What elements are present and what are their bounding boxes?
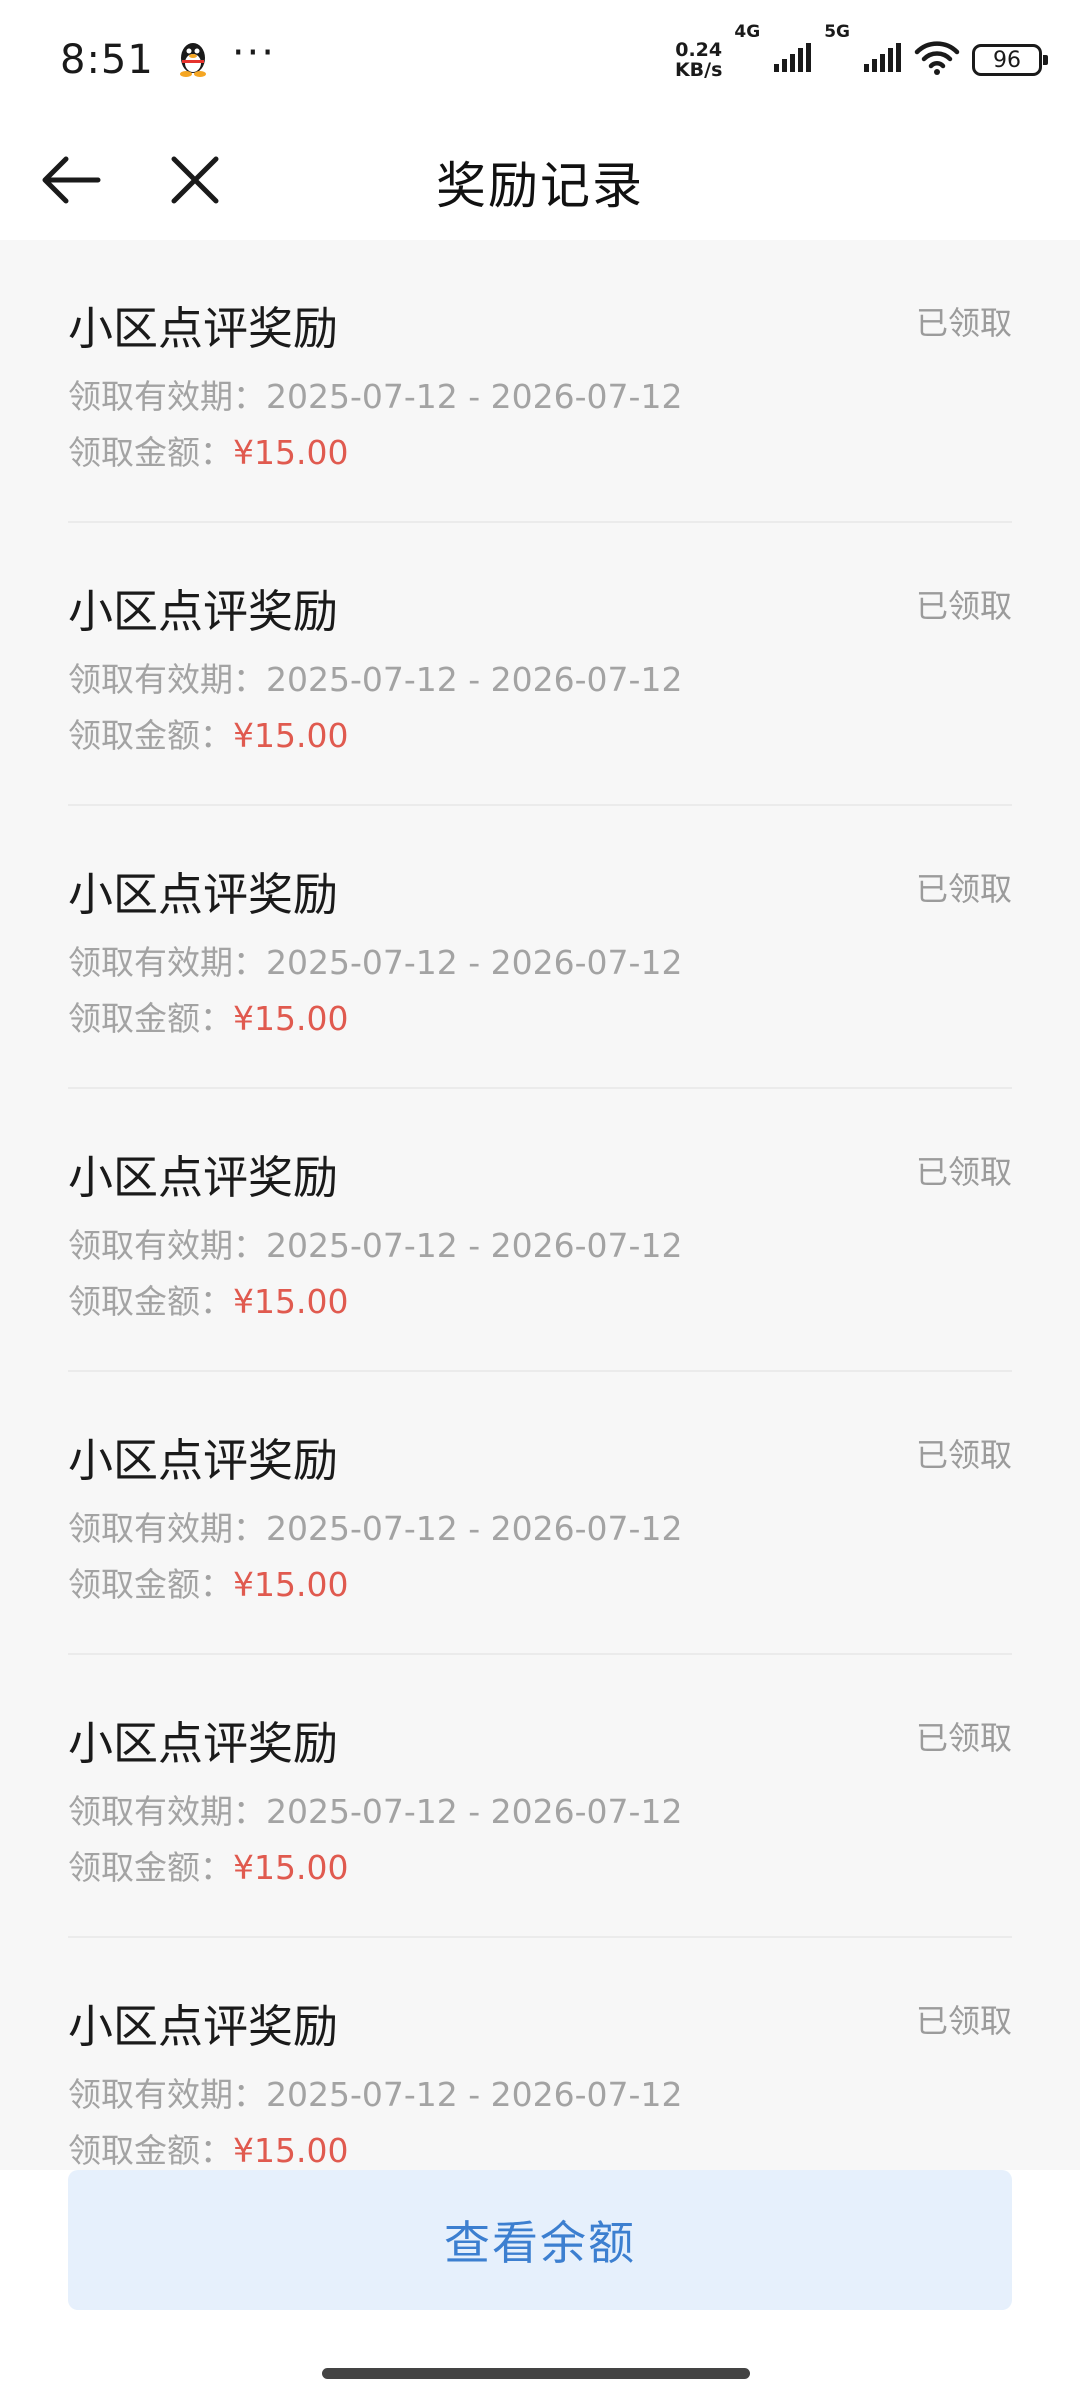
amount-label: 领取金额： xyxy=(68,1565,233,1604)
validity-label: 领取有效期： xyxy=(68,660,266,699)
amount-value: ¥15.00 xyxy=(233,1282,349,1321)
reward-title: 小区点评奖励 xyxy=(68,1151,339,1204)
amount-value: ¥15.00 xyxy=(233,1848,349,1887)
signal-icon xyxy=(862,42,902,78)
reward-title: 小区点评奖励 xyxy=(68,868,339,921)
amount-label: 领取金额： xyxy=(68,1848,233,1887)
reward-title: 小区点评奖励 xyxy=(68,1434,339,1487)
reward-title: 小区点评奖励 xyxy=(68,585,339,638)
status-badge: 已领取 xyxy=(915,2002,1012,2040)
amount-row: 领取金额：¥15.00 xyxy=(68,1275,348,1323)
qq-penguin-icon xyxy=(176,38,210,82)
wifi-icon xyxy=(914,40,960,80)
validity-value: 2025-07-12 - 2026-07-12 xyxy=(266,1792,683,1831)
amount-value: ¥15.00 xyxy=(233,433,349,472)
amount-label: 领取金额： xyxy=(68,1282,233,1321)
validity-value: 2025-07-12 - 2026-07-12 xyxy=(266,2075,683,2114)
validity-label: 领取有效期： xyxy=(68,1509,266,1548)
status-badge: 已领取 xyxy=(915,1153,1012,1191)
amount-row: 领取金额：¥15.00 xyxy=(68,992,348,1040)
validity-label: 领取有效期： xyxy=(68,1226,266,1265)
amount-label: 领取金额： xyxy=(68,999,233,1038)
network-type-4g: 4G xyxy=(734,22,761,42)
validity-label: 领取有效期： xyxy=(68,2075,266,2114)
amount-label: 领取金额： xyxy=(68,2131,233,2170)
validity-value: 2025-07-12 - 2026-07-12 xyxy=(266,660,683,699)
list-item[interactable]: 小区点评奖励 已领取 领取有效期：2025-07-12 - 2026-07-12 领取… xyxy=(68,240,1012,523)
list-item[interactable]: 小区点评奖励 已领取 领取有效期：2025-07-12 - 2026-07-12 领取… xyxy=(68,523,1012,806)
status-badge: 已领取 xyxy=(915,304,1012,342)
list-item[interactable]: 小区点评奖励 已领取 领取有效期：2025-07-12 - 2026-07-12 领取… xyxy=(68,806,1012,1089)
validity-value: 2025-07-12 - 2026-07-12 xyxy=(266,1226,683,1265)
page-title: 奖励记录 xyxy=(436,157,644,215)
status-badge: 已领取 xyxy=(915,1719,1012,1757)
amount-row: 领取金额：¥15.00 xyxy=(68,2124,348,2172)
amount-value: ¥15.00 xyxy=(233,716,349,755)
validity-row: 领取有效期：2025-07-12 - 2026-07-12 xyxy=(68,370,682,418)
amount-value: ¥15.00 xyxy=(233,2131,349,2170)
amount-row: 领取金额：¥15.00 xyxy=(68,426,348,474)
validity-row: 领取有效期：2025-07-12 - 2026-07-12 xyxy=(68,1502,682,1550)
list-item[interactable]: 小区点评奖励 已领取 领取有效期：2025-07-12 - 2026-07-12 领取… xyxy=(68,1655,1012,1938)
amount-value: ¥15.00 xyxy=(233,999,349,1038)
amount-value: ¥15.00 xyxy=(233,1565,349,1604)
reward-title: 小区点评奖励 xyxy=(68,302,339,355)
reward-title: 小区点评奖励 xyxy=(68,2000,339,2053)
validity-row: 领取有效期：2025-07-12 - 2026-07-12 xyxy=(68,2068,682,2116)
reward-title: 小区点评奖励 xyxy=(68,1717,339,1770)
more-notifications-icon: ··· xyxy=(231,30,276,76)
status-time: 8:51 xyxy=(60,37,154,83)
home-indicator[interactable] xyxy=(322,2368,750,2379)
list-item[interactable]: 小区点评奖励 已领取 领取有效期：2025-07-12 - 2026-07-12 领取… xyxy=(68,1089,1012,1372)
validity-label: 领取有效期： xyxy=(68,377,266,416)
validity-row: 领取有效期：2025-07-12 - 2026-07-12 xyxy=(68,1785,682,1833)
signal-icon xyxy=(772,42,812,78)
amount-label: 领取金额： xyxy=(68,716,233,755)
battery-icon: 96 xyxy=(972,44,1048,76)
nav-bar: 奖励记录 xyxy=(0,120,1080,240)
validity-row: 领取有效期：2025-07-12 - 2026-07-12 xyxy=(68,1219,682,1267)
status-bar: 8:51 ··· 0.24 KB/s 4G 5G 96 xyxy=(0,0,1080,120)
view-balance-button[interactable]: 查看余额 xyxy=(68,2170,1012,2310)
list-item[interactable]: 小区点评奖励 已领取 领取有效期：2025-07-12 - 2026-07-12 领取… xyxy=(68,1372,1012,1655)
network-type-5g: 5G xyxy=(824,22,850,42)
amount-label: 领取金额： xyxy=(68,433,233,472)
reward-record-list: 小区点评奖励 已领取 领取有效期：2025-07-12 - 2026-07-12 领取… xyxy=(68,240,1012,2221)
battery-level: 96 xyxy=(993,47,1021,73)
validity-row: 领取有效期：2025-07-12 - 2026-07-12 xyxy=(68,653,682,701)
validity-value: 2025-07-12 - 2026-07-12 xyxy=(266,1509,683,1548)
status-badge: 已领取 xyxy=(915,870,1012,908)
network-speed: 0.24 KB/s xyxy=(674,39,723,81)
amount-row: 领取金额：¥15.00 xyxy=(68,1841,348,1889)
validity-row: 领取有效期：2025-07-12 - 2026-07-12 xyxy=(68,936,682,984)
amount-row: 领取金额：¥15.00 xyxy=(68,1558,348,1606)
amount-row: 领取金额：¥15.00 xyxy=(68,709,348,757)
validity-label: 领取有效期： xyxy=(68,943,266,982)
validity-value: 2025-07-12 - 2026-07-12 xyxy=(266,377,683,416)
status-badge: 已领取 xyxy=(915,587,1012,625)
validity-value: 2025-07-12 - 2026-07-12 xyxy=(266,943,683,982)
validity-label: 领取有效期： xyxy=(68,1792,266,1831)
status-badge: 已领取 xyxy=(915,1436,1012,1474)
